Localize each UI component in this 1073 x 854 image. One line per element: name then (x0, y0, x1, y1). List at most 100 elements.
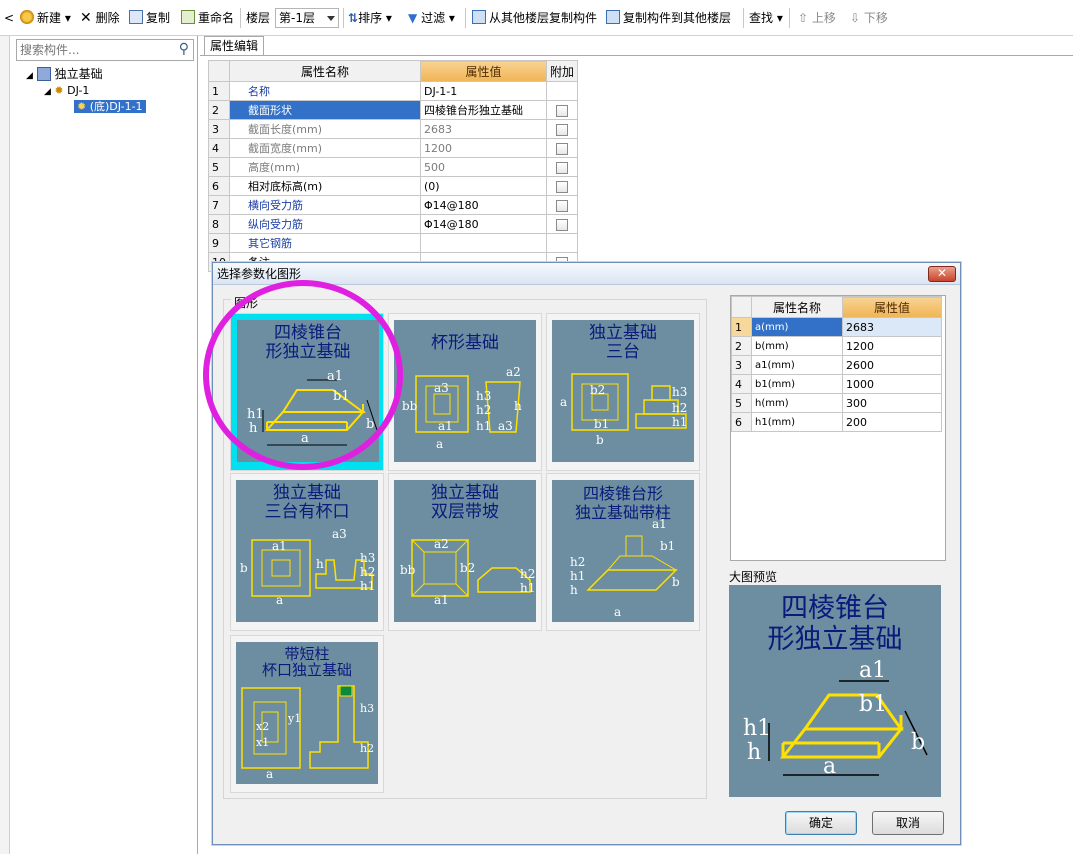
chevron-down-icon (327, 16, 335, 21)
rename-icon (181, 10, 195, 24)
svg-text:a1: a1 (272, 539, 287, 553)
table-row[interactable]: 1 名称 DJ-1-1 (208, 81, 579, 101)
value-cell[interactable]: 1200 (420, 138, 547, 158)
tree-root[interactable]: ◢ 独立基础 (26, 66, 103, 82)
short-column-cup-foundation-drawing: a x2 x1 y1 h3 h2 (241, 685, 374, 781)
shape-thumbnail[interactable]: 四棱锥台形 独立基础带柱 a1 b1 h2 h1 h a b (546, 473, 700, 631)
svg-text:b1: b1 (333, 389, 350, 404)
value-cell[interactable]: 500 (420, 157, 547, 177)
main-toolbar: < 新建 ▾ ✕ 删除 复制 重命名 楼层 第-1层 ⇅排序 ▾ ▼ 过滤 ▾ … (0, 0, 1073, 36)
value-cell[interactable]: DJ-1-1 (420, 81, 547, 101)
toolbar-separator (240, 8, 241, 28)
svg-text:a: a (436, 437, 443, 451)
table-row[interactable]: 3 a1(mm) 2600 (731, 355, 942, 375)
extra-checkbox[interactable] (556, 199, 568, 212)
search-icon[interactable]: ⚲ (179, 41, 189, 57)
ok-button[interactable]: 确定 (785, 811, 857, 835)
tree-leaf-dj1-1[interactable]: ✹ (底)DJ-1-1 (74, 99, 146, 115)
extra-checkbox[interactable] (556, 123, 568, 136)
tab-property-edit[interactable]: 属性编辑 (204, 36, 264, 56)
find-button[interactable]: 查找 ▾ (749, 9, 783, 27)
table-row[interactable]: 7 横向受力筋 Φ14@180 (208, 195, 579, 215)
svg-text:h3: h3 (360, 551, 375, 565)
extra-checkbox[interactable] (556, 218, 568, 231)
svg-text:b1: b1 (594, 417, 609, 431)
table-row[interactable]: 2 b(mm) 1200 (731, 336, 942, 356)
svg-text:b: b (596, 433, 604, 447)
svg-text:h: h (747, 740, 761, 765)
copy-to-floor-icon (606, 10, 620, 24)
extra-checkbox[interactable] (556, 142, 568, 155)
extra-checkbox[interactable] (556, 104, 568, 117)
copy-button[interactable]: 复制 (129, 9, 170, 27)
value-cell[interactable]: 200 (842, 412, 942, 432)
rename-button[interactable]: 重命名 (181, 9, 234, 27)
floor-select[interactable]: 第-1层 (275, 8, 339, 28)
delete-button[interactable]: ✕ 删除 (80, 9, 120, 27)
table-row[interactable]: 9 其它钢筋 (208, 233, 579, 253)
table-row[interactable]: 1 a(mm) 2683 (731, 317, 942, 337)
svg-text:h: h (570, 583, 578, 597)
table-row[interactable]: 6 相对底标高(m) (0) (208, 176, 579, 196)
value-cell[interactable]: 300 (842, 393, 942, 413)
toolbar-separator (789, 8, 790, 28)
shape-thumbnail[interactable]: 独立基础 三台 a b2 b1 b h3 h2 h1 (546, 313, 700, 471)
svg-text:a1: a1 (652, 517, 667, 531)
value-cell[interactable]: Φ14@180 (420, 214, 547, 234)
svg-text:a: a (266, 767, 273, 781)
table-row[interactable]: 6 h1(mm) 200 (731, 412, 942, 432)
svg-text:b: b (672, 575, 680, 589)
search-input[interactable] (17, 40, 167, 60)
value-cell[interactable]: 四棱锥台形独立基础 (420, 100, 547, 120)
table-row[interactable]: 3 截面长度(mm) 2683 (208, 119, 579, 139)
svg-text:b1: b1 (660, 539, 675, 553)
copy-icon (129, 10, 143, 24)
svg-text:bb: bb (402, 399, 418, 413)
value-cell[interactable]: Φ14@180 (420, 195, 547, 215)
svg-text:h1: h1 (672, 415, 687, 429)
table-row[interactable]: 2 截面形状 四棱锥台形独立基础 (208, 100, 579, 120)
svg-text:bb: bb (400, 563, 416, 577)
copy-to-floor-button[interactable]: 复制构件到其他楼层 (606, 9, 731, 27)
shape-image: 独立基础 双层带坡 bb a2 a1 b2 h2 h1 (394, 480, 536, 622)
collapse-arrow-icon[interactable]: < (4, 9, 14, 27)
shape-image: 独立基础 三台有杯口 b a1 a a3 h h3 h2 h1 (236, 480, 378, 622)
tree-node-dj1[interactable]: ◢ ✹ DJ-1 (44, 83, 89, 99)
copy-from-floor-button[interactable]: 从其他楼层复制构件 (472, 9, 597, 27)
value-cell[interactable]: 1000 (842, 374, 942, 394)
row-number-header (731, 296, 752, 318)
shape-thumbnail[interactable]: 带短柱 杯口独立基础 a x2 x1 y1 h3 h2 (230, 635, 384, 793)
shape-thumbnail[interactable]: 独立基础 三台有杯口 b a1 a a3 h h3 h2 h1 (230, 473, 384, 631)
value-cell[interactable]: 2683 (842, 317, 942, 337)
value-cell[interactable] (420, 233, 547, 253)
move-down-button[interactable]: ⇩ 下移 (850, 9, 888, 27)
table-row[interactable]: 8 纵向受力筋 Φ14@180 (208, 214, 579, 234)
close-button[interactable]: ✕ (928, 266, 956, 282)
left-dock-strip (0, 36, 10, 854)
new-button[interactable]: 新建 ▾ (20, 9, 71, 27)
sort-button[interactable]: ⇅排序 ▾ (348, 9, 392, 27)
shape-thumbnail[interactable]: 四棱锥台 形独立基础 a b a1 b1 h1 h (230, 313, 384, 471)
move-up-button[interactable]: ⇧ 上移 (798, 9, 836, 27)
column-header-name: 属性名称 (229, 60, 421, 82)
svg-text:h: h (514, 399, 522, 413)
value-cell[interactable]: 1200 (842, 336, 942, 356)
value-cell[interactable]: 2600 (842, 355, 942, 375)
cancel-button[interactable]: 取消 (872, 811, 944, 835)
shape-thumbnail[interactable]: 独立基础 双层带坡 bb a2 a1 b2 h2 h1 (388, 473, 542, 631)
table-row[interactable]: 5 h(mm) 300 (731, 393, 942, 413)
svg-text:h3: h3 (476, 389, 491, 403)
svg-text:a: a (614, 605, 621, 619)
shape-thumbnail[interactable]: 杯形基础 bb a3 a1 a a2 h3 h2 h1 h a3 (388, 313, 542, 471)
extra-checkbox[interactable] (556, 161, 568, 174)
svg-text:h1: h1 (743, 716, 771, 741)
svg-text:a1: a1 (327, 369, 343, 384)
table-row[interactable]: 4 截面宽度(mm) 1200 (208, 138, 579, 158)
table-row[interactable]: 5 高度(mm) 500 (208, 157, 579, 177)
value-cell[interactable]: 2683 (420, 119, 547, 139)
extra-checkbox[interactable] (556, 180, 568, 193)
svg-text:x1: x1 (256, 736, 269, 749)
table-row[interactable]: 4 b1(mm) 1000 (731, 374, 942, 394)
filter-button[interactable]: ▼ 过滤 ▾ (408, 9, 455, 27)
value-cell[interactable]: (0) (420, 176, 547, 196)
